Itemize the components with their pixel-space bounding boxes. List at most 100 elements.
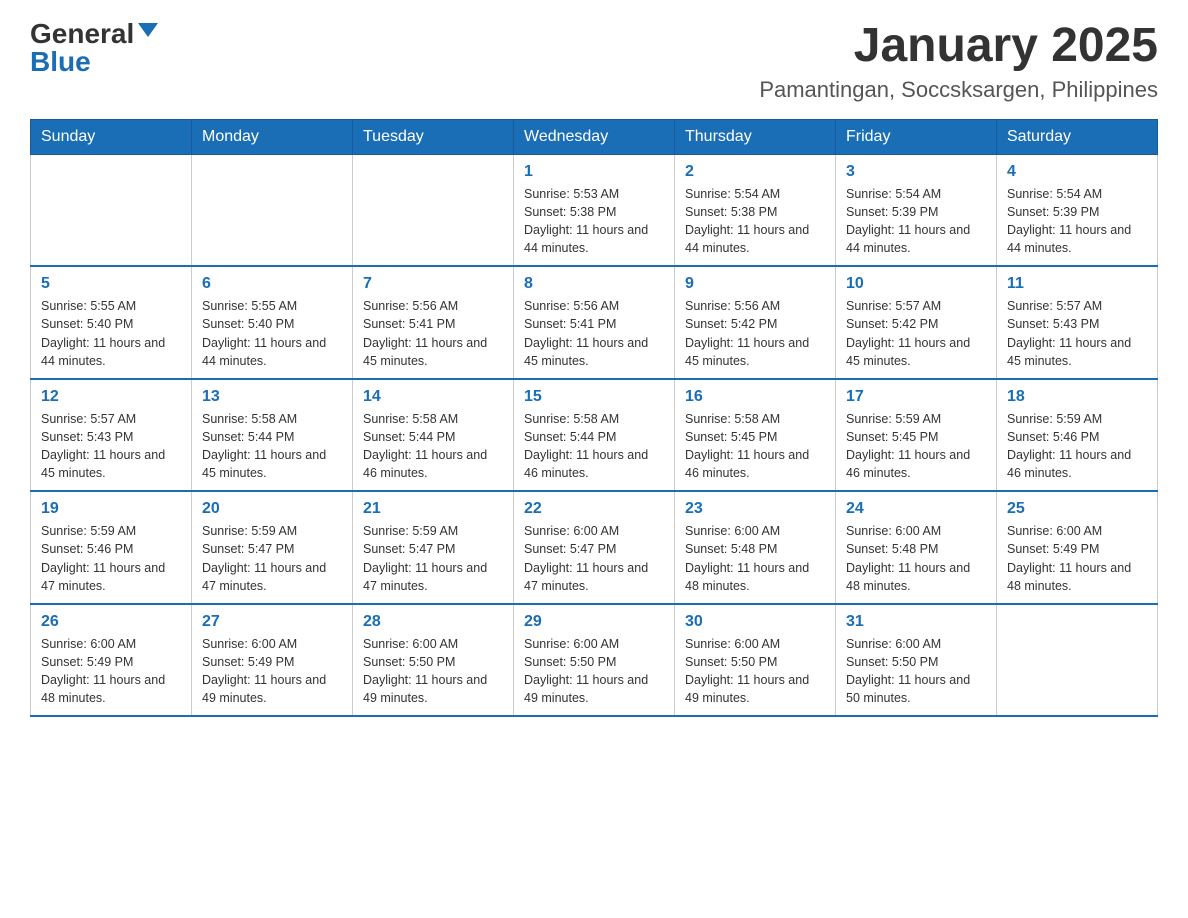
day-number: 1 — [524, 163, 664, 181]
logo-triangle-icon — [138, 23, 158, 37]
day-number: 11 — [1007, 275, 1147, 293]
calendar-cell: 29 Sunrise: 6:00 AMSunset: 5:50 PMDayligh… — [514, 604, 675, 717]
day-number: 3 — [846, 163, 986, 181]
day-info: Sunrise: 5:57 AMSunset: 5:43 PMDaylight:… — [1007, 297, 1147, 370]
calendar-cell: 1 Sunrise: 5:53 AMSunset: 5:38 PMDaylight… — [514, 154, 675, 266]
day-number: 8 — [524, 275, 664, 293]
calendar-body: 1 Sunrise: 5:53 AMSunset: 5:38 PMDaylight… — [31, 154, 1158, 716]
calendar-week-row: 26 Sunrise: 6:00 AMSunset: 5:49 PMDayligh… — [31, 604, 1158, 717]
day-number: 15 — [524, 388, 664, 406]
calendar-cell: 5 Sunrise: 5:55 AMSunset: 5:40 PMDaylight… — [31, 266, 192, 379]
day-info: Sunrise: 6:00 AMSunset: 5:50 PMDaylight:… — [685, 635, 825, 708]
day-info: Sunrise: 5:59 AMSunset: 5:46 PMDaylight:… — [41, 522, 181, 595]
day-number: 27 — [202, 613, 342, 631]
calendar-cell: 6Sunrise: 5:55 AMSunset: 5:40 PMDaylight… — [192, 266, 353, 379]
day-info: Sunrise: 6:00 AMSunset: 5:48 PMDaylight:… — [846, 522, 986, 595]
day-number: 5 — [41, 275, 181, 293]
title-block: January 2025 Pamantingan, Soccsksargen, … — [759, 20, 1158, 103]
day-number: 12 — [41, 388, 181, 406]
day-info: Sunrise: 6:00 AMSunset: 5:50 PMDaylight:… — [846, 635, 986, 708]
day-number: 9 — [685, 275, 825, 293]
day-info: Sunrise: 6:00 AMSunset: 5:50 PMDaylight:… — [524, 635, 664, 708]
weekday-header-tuesday: Tuesday — [353, 119, 514, 154]
day-info: Sunrise: 5:55 AMSunset: 5:40 PMDaylight:… — [202, 297, 342, 370]
calendar-cell — [192, 154, 353, 266]
day-number: 26 — [41, 613, 181, 631]
day-info: Sunrise: 5:54 AMSunset: 5:39 PMDaylight:… — [1007, 185, 1147, 258]
day-info: Sunrise: 6:00 AMSunset: 5:48 PMDaylight:… — [685, 522, 825, 595]
day-info: Sunrise: 5:58 AMSunset: 5:44 PMDaylight:… — [524, 410, 664, 483]
day-info: Sunrise: 5:57 AMSunset: 5:42 PMDaylight:… — [846, 297, 986, 370]
calendar-cell: 27 Sunrise: 6:00 AMSunset: 5:49 PMDayligh… — [192, 604, 353, 717]
weekday-header-sunday: Sunday — [31, 119, 192, 154]
calendar-cell: 20Sunrise: 5:59 AMSunset: 5:47 PMDayligh… — [192, 491, 353, 604]
day-info: Sunrise: 5:55 AMSunset: 5:40 PMDaylight:… — [41, 297, 181, 370]
calendar-cell: 21 Sunrise: 5:59 AMSunset: 5:47 PMDayligh… — [353, 491, 514, 604]
weekday-header-friday: Friday — [836, 119, 997, 154]
weekday-header-row: SundayMondayTuesdayWednesdayThursdayFrid… — [31, 119, 1158, 154]
day-number: 22 — [524, 500, 664, 518]
calendar-cell: 9 Sunrise: 5:56 AMSunset: 5:42 PMDaylight… — [675, 266, 836, 379]
calendar-week-row: 1 Sunrise: 5:53 AMSunset: 5:38 PMDaylight… — [31, 154, 1158, 266]
logo: General Blue — [30, 20, 158, 76]
page-subtitle: Pamantingan, Soccsksargen, Philippines — [759, 77, 1158, 103]
day-info: Sunrise: 5:59 AMSunset: 5:47 PMDaylight:… — [202, 522, 342, 595]
day-info: Sunrise: 6:00 AMSunset: 5:47 PMDaylight:… — [524, 522, 664, 595]
calendar-cell: 17 Sunrise: 5:59 AMSunset: 5:45 PMDayligh… — [836, 379, 997, 492]
calendar-cell: 18 Sunrise: 5:59 AMSunset: 5:46 PMDayligh… — [997, 379, 1158, 492]
day-info: Sunrise: 5:57 AMSunset: 5:43 PMDaylight:… — [41, 410, 181, 483]
calendar-cell: 4 Sunrise: 5:54 AMSunset: 5:39 PMDaylight… — [997, 154, 1158, 266]
day-info: Sunrise: 5:56 AMSunset: 5:42 PMDaylight:… — [685, 297, 825, 370]
day-info: Sunrise: 5:59 AMSunset: 5:47 PMDaylight:… — [363, 522, 503, 595]
day-number: 18 — [1007, 388, 1147, 406]
calendar-cell: 26Sunrise: 6:00 AMSunset: 5:49 PMDayligh… — [31, 604, 192, 717]
weekday-header-saturday: Saturday — [997, 119, 1158, 154]
calendar-cell — [353, 154, 514, 266]
calendar-cell: 8 Sunrise: 5:56 AMSunset: 5:41 PMDaylight… — [514, 266, 675, 379]
calendar-cell: 12 Sunrise: 5:57 AMSunset: 5:43 PMDayligh… — [31, 379, 192, 492]
calendar-cell: 22 Sunrise: 6:00 AMSunset: 5:47 PMDayligh… — [514, 491, 675, 604]
day-number: 16 — [685, 388, 825, 406]
calendar-cell: 28 Sunrise: 6:00 AMSunset: 5:50 PMDayligh… — [353, 604, 514, 717]
day-number: 10 — [846, 275, 986, 293]
calendar-cell: 24 Sunrise: 6:00 AMSunset: 5:48 PMDayligh… — [836, 491, 997, 604]
day-info: Sunrise: 5:58 AMSunset: 5:45 PMDaylight:… — [685, 410, 825, 483]
day-info: Sunrise: 5:54 AMSunset: 5:38 PMDaylight:… — [685, 185, 825, 258]
day-number: 29 — [524, 613, 664, 631]
calendar-cell: 31Sunrise: 6:00 AMSunset: 5:50 PMDayligh… — [836, 604, 997, 717]
calendar-cell: 16 Sunrise: 5:58 AMSunset: 5:45 PMDayligh… — [675, 379, 836, 492]
day-info: Sunrise: 6:00 AMSunset: 5:49 PMDaylight:… — [1007, 522, 1147, 595]
calendar-header: SundayMondayTuesdayWednesdayThursdayFrid… — [31, 119, 1158, 154]
day-number: 4 — [1007, 163, 1147, 181]
calendar-week-row: 19 Sunrise: 5:59 AMSunset: 5:46 PMDayligh… — [31, 491, 1158, 604]
day-number: 23 — [685, 500, 825, 518]
day-number: 19 — [41, 500, 181, 518]
day-info: Sunrise: 6:00 AMSunset: 5:50 PMDaylight:… — [363, 635, 503, 708]
day-info: Sunrise: 5:56 AMSunset: 5:41 PMDaylight:… — [363, 297, 503, 370]
day-number: 13 — [202, 388, 342, 406]
calendar-cell: 23 Sunrise: 6:00 AMSunset: 5:48 PMDayligh… — [675, 491, 836, 604]
weekday-header-thursday: Thursday — [675, 119, 836, 154]
day-number: 21 — [363, 500, 503, 518]
logo-blue: Blue — [30, 48, 91, 76]
calendar-cell: 25 Sunrise: 6:00 AMSunset: 5:49 PMDayligh… — [997, 491, 1158, 604]
day-info: Sunrise: 5:59 AMSunset: 5:45 PMDaylight:… — [846, 410, 986, 483]
day-number: 25 — [1007, 500, 1147, 518]
calendar-cell: 10 Sunrise: 5:57 AMSunset: 5:42 PMDayligh… — [836, 266, 997, 379]
day-number: 7 — [363, 275, 503, 293]
day-info: Sunrise: 5:56 AMSunset: 5:41 PMDaylight:… — [524, 297, 664, 370]
day-number: 28 — [363, 613, 503, 631]
day-info: Sunrise: 6:00 AMSunset: 5:49 PMDaylight:… — [202, 635, 342, 708]
weekday-header-monday: Monday — [192, 119, 353, 154]
calendar-cell: 11 Sunrise: 5:57 AMSunset: 5:43 PMDayligh… — [997, 266, 1158, 379]
day-info: Sunrise: 5:53 AMSunset: 5:38 PMDaylight:… — [524, 185, 664, 258]
calendar-cell: 14Sunrise: 5:58 AMSunset: 5:44 PMDayligh… — [353, 379, 514, 492]
day-info: Sunrise: 5:54 AMSunset: 5:39 PMDaylight:… — [846, 185, 986, 258]
logo-general: General — [30, 20, 134, 48]
calendar-week-row: 12 Sunrise: 5:57 AMSunset: 5:43 PMDayligh… — [31, 379, 1158, 492]
day-info: Sunrise: 5:59 AMSunset: 5:46 PMDaylight:… — [1007, 410, 1147, 483]
day-number: 24 — [846, 500, 986, 518]
calendar-cell: 13Sunrise: 5:58 AMSunset: 5:44 PMDayligh… — [192, 379, 353, 492]
calendar-cell: 30Sunrise: 6:00 AMSunset: 5:50 PMDayligh… — [675, 604, 836, 717]
day-number: 17 — [846, 388, 986, 406]
